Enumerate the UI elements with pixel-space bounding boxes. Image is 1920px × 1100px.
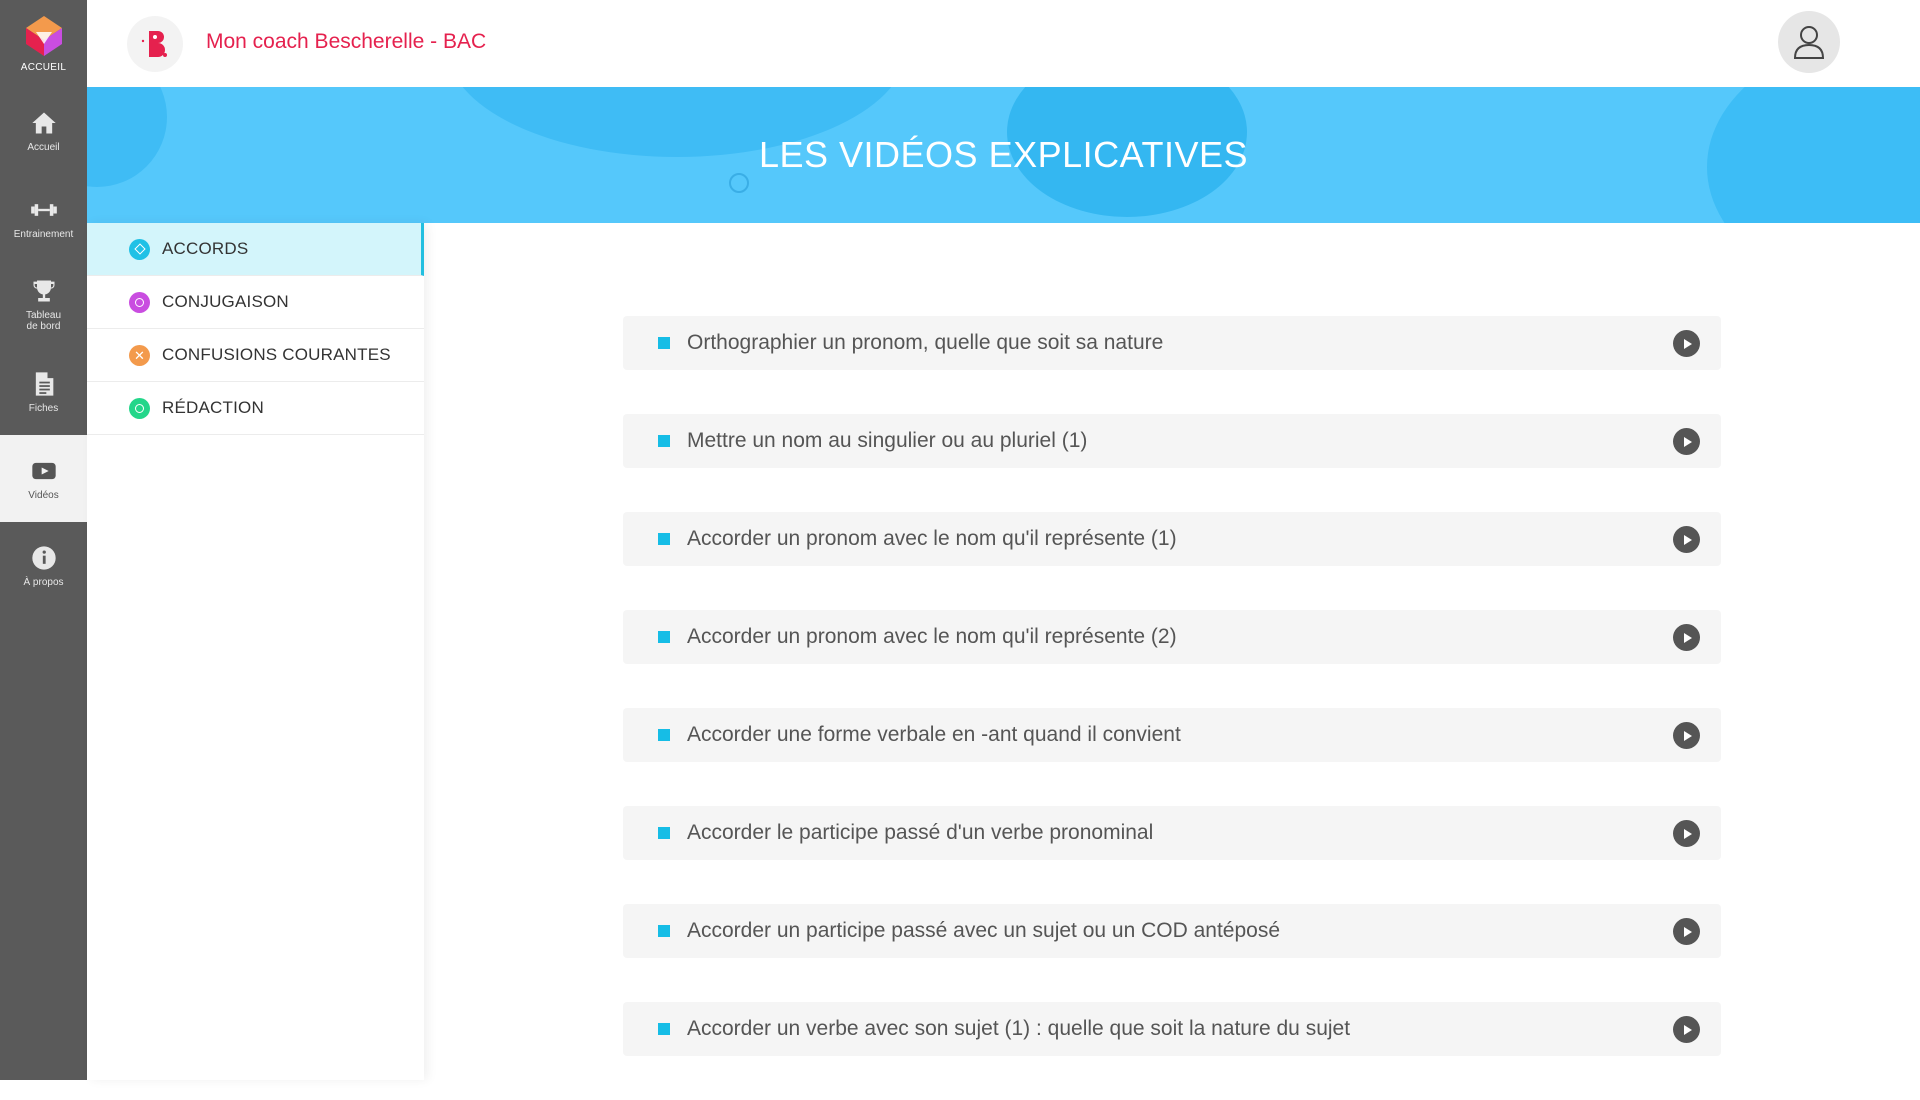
video-item[interactable]: Accorder un pronom avec le nom qu'il rep… bbox=[623, 610, 1721, 664]
app-title: Mon coach Bescherelle - BAC bbox=[206, 30, 487, 53]
bullet-icon bbox=[658, 827, 670, 839]
bullet-icon bbox=[658, 1023, 670, 1035]
video-title: Accorder un pronom avec le nom qu'il rep… bbox=[687, 527, 1177, 550]
bullet-icon bbox=[658, 729, 670, 741]
rail-item-label: Tableau de bord bbox=[25, 310, 62, 332]
video-title: Orthographier un pronom, quelle que soit… bbox=[687, 331, 1164, 354]
home-logo[interactable]: ACCUEIL bbox=[0, 0, 87, 87]
info-icon bbox=[31, 545, 56, 570]
video-title: Accorder un participe passé avec un suje… bbox=[687, 919, 1281, 942]
diamond-icon bbox=[129, 238, 150, 260]
bullet-icon bbox=[658, 337, 670, 349]
play-icon[interactable] bbox=[1673, 1016, 1700, 1043]
play-icon[interactable] bbox=[1673, 722, 1700, 749]
cross-icon: ✕ bbox=[129, 344, 150, 366]
trophy-icon bbox=[33, 280, 54, 302]
bullet-icon bbox=[658, 925, 670, 937]
category-label: CONFUSIONS COURANTES bbox=[162, 345, 391, 364]
category-conjugaison[interactable]: CONJUGAISON bbox=[87, 276, 424, 329]
bullet-icon bbox=[658, 631, 670, 643]
top-bar: Mon coach Bescherelle - BAC bbox=[87, 0, 1920, 87]
page-title: LES VIDÉOS EXPLICATIVES bbox=[758, 134, 1248, 175]
video-item[interactable]: Mettre un nom au singulier ou au pluriel… bbox=[623, 414, 1721, 468]
category-label: ACCORDS bbox=[162, 239, 249, 258]
video-title: Accorder une forme verbale en -ant quand… bbox=[687, 723, 1181, 746]
video-title: Accorder un pronom avec le nom qu'il rep… bbox=[687, 625, 1177, 648]
rail-item-accueil[interactable]: Accueil bbox=[0, 87, 87, 174]
category-redaction[interactable]: RÉDACTION bbox=[87, 382, 424, 435]
rail-item-videos[interactable]: Vidéos bbox=[0, 435, 87, 522]
video-list: Orthographier un pronom, quelle que soit… bbox=[623, 316, 1721, 1100]
document-icon bbox=[35, 371, 53, 396]
dumbbell-icon bbox=[30, 203, 57, 216]
video-item[interactable]: Accorder un pronom avec le nom qu'il rep… bbox=[623, 512, 1721, 566]
rail-item-tableau-de-bord[interactable]: Tableau de bord bbox=[0, 261, 87, 348]
bullet-icon bbox=[658, 435, 670, 447]
category-label: CONJUGAISON bbox=[162, 292, 289, 311]
rail-item-label: Entrainement bbox=[13, 228, 74, 240]
banner-decoration bbox=[729, 173, 749, 193]
play-icon[interactable] bbox=[1673, 624, 1700, 651]
app-logo-icon bbox=[25, 16, 62, 56]
category-list: ACCORDS CONJUGAISON ✕ CONFUSIONS COURANT… bbox=[87, 223, 424, 1080]
category-confusions-courantes[interactable]: ✕ CONFUSIONS COURANTES bbox=[87, 329, 424, 382]
user-icon bbox=[1793, 26, 1825, 59]
logo-label: ACCUEIL bbox=[20, 62, 67, 73]
rail-item-label: Vidéos bbox=[28, 489, 59, 501]
play-icon[interactable] bbox=[1673, 330, 1700, 357]
page-banner: LES VIDÉOS EXPLICATIVES bbox=[87, 87, 1920, 223]
video-item[interactable]: Accorder un verbe avec son sujet (1) : q… bbox=[623, 1002, 1721, 1056]
bescherelle-logo[interactable] bbox=[127, 16, 183, 72]
video-item[interactable]: Accorder le participe passé d'un verbe p… bbox=[623, 806, 1721, 860]
rail-item-label: Accueil bbox=[27, 141, 60, 153]
left-rail: ACCUEIL Accueil Entrainement Tableau de … bbox=[0, 0, 87, 1080]
play-icon[interactable] bbox=[1673, 526, 1700, 553]
user-avatar-button[interactable] bbox=[1778, 11, 1840, 73]
rail-item-label: À propos bbox=[23, 576, 64, 588]
video-item[interactable]: Accorder un participe passé avec un suje… bbox=[623, 904, 1721, 958]
circle-icon bbox=[129, 397, 150, 419]
play-icon[interactable] bbox=[1673, 428, 1700, 455]
video-title: Mettre un nom au singulier ou au pluriel… bbox=[687, 429, 1088, 452]
rail-item-a-propos[interactable]: À propos bbox=[0, 522, 87, 609]
category-label: RÉDACTION bbox=[162, 398, 264, 417]
video-title: Accorder un verbe avec son sujet (1) : q… bbox=[687, 1017, 1351, 1040]
video-icon bbox=[31, 462, 56, 479]
rail-item-fiches[interactable]: Fiches bbox=[0, 348, 87, 435]
video-title: Accorder le participe passé d'un verbe p… bbox=[687, 821, 1154, 844]
bullet-icon bbox=[658, 533, 670, 545]
bescherelle-logo-icon bbox=[141, 31, 167, 57]
video-item[interactable]: Accorder une forme verbale en -ant quand… bbox=[623, 708, 1721, 762]
circle-icon bbox=[129, 291, 150, 313]
play-icon[interactable] bbox=[1673, 918, 1700, 945]
rail-item-entrainement[interactable]: Entrainement bbox=[0, 174, 87, 261]
rail-item-label: Fiches bbox=[28, 402, 59, 414]
play-icon[interactable] bbox=[1673, 820, 1700, 847]
home-icon bbox=[31, 112, 56, 133]
video-item[interactable]: Orthographier un pronom, quelle que soit… bbox=[623, 316, 1721, 370]
category-accords[interactable]: ACCORDS bbox=[87, 223, 424, 276]
